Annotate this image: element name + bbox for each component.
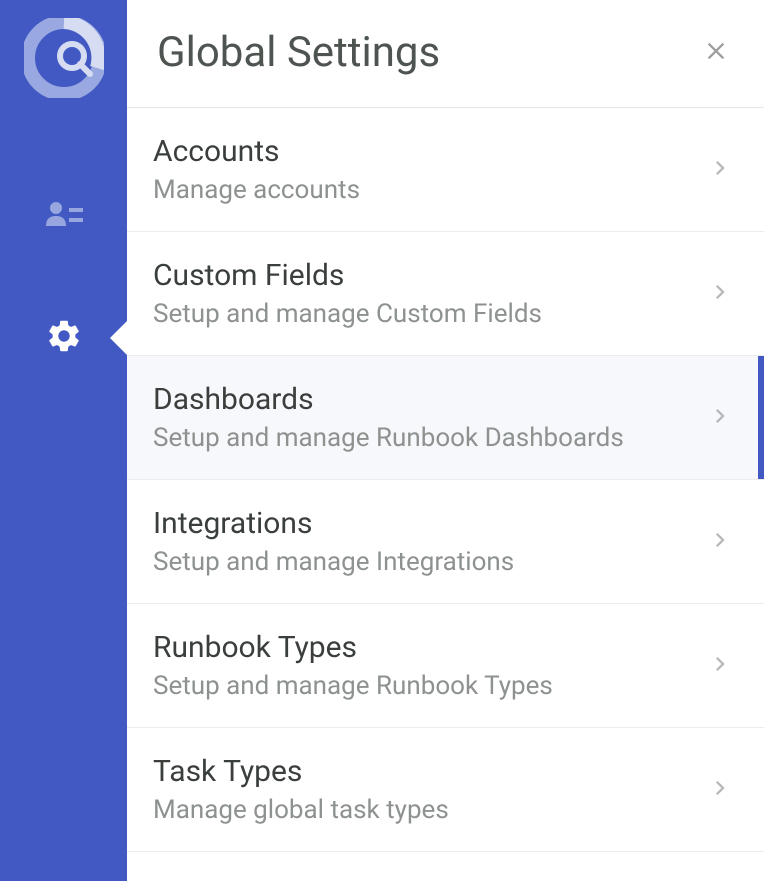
sidebar-item-settings[interactable] (0, 278, 127, 398)
settings-item-task-types[interactable]: Task Types Manage global task types (127, 728, 764, 852)
settings-item-title: Custom Fields (153, 258, 542, 293)
settings-item-title: Runbook Types (153, 630, 553, 665)
close-button[interactable] (698, 35, 734, 71)
settings-item-description: Setup and manage Custom Fields (153, 299, 542, 329)
settings-item-text: Integrations Setup and manage Integratio… (153, 506, 514, 577)
chevron-right-icon (706, 526, 734, 558)
settings-item-custom-fields[interactable]: Custom Fields Setup and manage Custom Fi… (127, 232, 764, 356)
settings-item-title: Task Types (153, 754, 449, 789)
settings-item-text: Runbook Types Setup and manage Runbook T… (153, 630, 553, 701)
settings-item-dashboards[interactable]: Dashboards Setup and manage Runbook Dash… (127, 356, 764, 480)
settings-item-description: Setup and manage Runbook Types (153, 671, 553, 701)
settings-item-accounts[interactable]: Accounts Manage accounts (127, 108, 764, 232)
settings-item-title: Dashboards (153, 382, 624, 417)
settings-item-integrations[interactable]: Integrations Setup and manage Integratio… (127, 480, 764, 604)
user-list-icon (42, 194, 86, 242)
settings-item-title: Integrations (153, 506, 514, 541)
settings-item-description: Manage accounts (153, 175, 360, 205)
page-title: Global Settings (157, 28, 440, 77)
chevron-right-icon (706, 402, 734, 434)
settings-item-description: Manage global task types (153, 795, 449, 825)
settings-item-text: Dashboards Setup and manage Runbook Dash… (153, 382, 624, 453)
sidebar-item-users[interactable] (0, 158, 127, 278)
settings-item-description: Setup and manage Runbook Dashboards (153, 423, 624, 453)
app-logo (24, 18, 104, 98)
chevron-right-icon (706, 774, 734, 806)
chevron-right-icon (706, 278, 734, 310)
chevron-right-icon (706, 154, 734, 186)
settings-item-text: Task Types Manage global task types (153, 754, 449, 825)
settings-item-runbook-types[interactable]: Runbook Types Setup and manage Runbook T… (127, 604, 764, 728)
settings-list: Accounts Manage accounts Custom Fields S… (127, 108, 764, 881)
chevron-right-icon (706, 650, 734, 682)
panel-header: Global Settings (127, 0, 764, 108)
settings-item-title: Accounts (153, 134, 360, 169)
main-panel: Global Settings Accounts Manage accounts… (127, 0, 764, 881)
close-icon (702, 37, 730, 69)
settings-item-description: Setup and manage Integrations (153, 547, 514, 577)
gear-icon (45, 317, 83, 359)
settings-item-text: Accounts Manage accounts (153, 134, 360, 205)
sidebar (0, 0, 127, 881)
settings-item-text: Custom Fields Setup and manage Custom Fi… (153, 258, 542, 329)
